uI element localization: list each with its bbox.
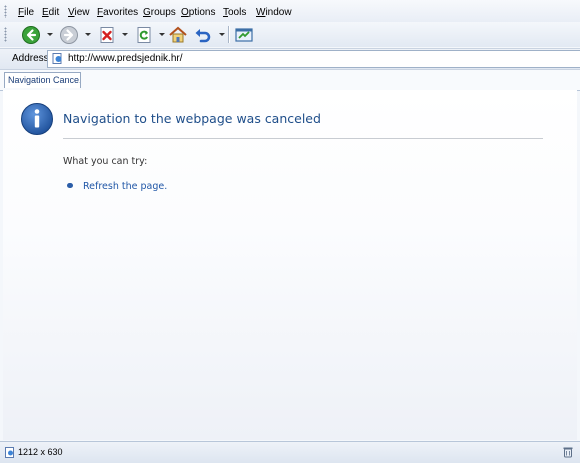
fullscreen-icon [235, 28, 253, 42]
toolbar [0, 22, 580, 47]
page-content: Navigation to the webpage was canceled W… [3, 90, 577, 440]
stop-dropdown-arrow[interactable] [122, 33, 128, 36]
menu-edit[interactable]: Edit [42, 7, 59, 18]
browser-window: File Edit View Favorites Groups Options … [0, 0, 580, 463]
undo-icon [195, 29, 211, 43]
back-button[interactable] [21, 25, 41, 45]
menu-window[interactable]: Window [256, 7, 292, 18]
home-icon [169, 26, 187, 43]
address-bar: Address http://www.predsjednik.hr/ [0, 48, 580, 69]
bullet-icon [67, 183, 73, 188]
divider [63, 138, 543, 139]
menu-file[interactable]: File [18, 7, 34, 18]
recycle-bin-icon[interactable] [562, 446, 574, 458]
toolbar-separator [228, 26, 229, 43]
status-bar: 1212 x 630 [0, 441, 580, 463]
fullscreen-button[interactable] [234, 25, 254, 45]
back-icon [22, 26, 40, 44]
tab-navigation-canceled[interactable]: Navigation Cance... [4, 72, 81, 88]
menu-view[interactable]: View [68, 7, 90, 18]
home-button[interactable] [168, 25, 188, 45]
menu-groups[interactable]: Groups [143, 7, 176, 18]
menu-bar: File Edit View Favorites Groups Options … [0, 0, 580, 22]
stop-button[interactable] [97, 25, 117, 45]
refresh-page-link[interactable]: Refresh the page. [83, 181, 167, 192]
address-label: Address [12, 53, 49, 64]
status-window-size: 1212 x 630 [18, 447, 63, 457]
toolbar-grip[interactable] [4, 27, 7, 42]
address-url: http://www.predsjednik.hr/ [68, 53, 183, 64]
undo-dropdown-arrow[interactable] [219, 33, 225, 36]
menu-favorites[interactable]: Favorites [97, 7, 138, 18]
tab-strip: Navigation Cance... [0, 69, 580, 91]
refresh-icon [137, 27, 151, 43]
forward-icon [60, 26, 78, 44]
undo-button[interactable] [193, 25, 213, 45]
address-input[interactable]: http://www.predsjednik.hr/ [47, 50, 580, 68]
stop-icon [100, 27, 114, 43]
forward-dropdown-arrow[interactable] [85, 33, 91, 36]
info-icon [21, 103, 53, 135]
page-title: Navigation to the webpage was canceled [63, 111, 321, 126]
menu-tools[interactable]: Tools [223, 7, 246, 18]
page-icon [52, 53, 62, 64]
what-you-can-try-label: What you can try: [63, 156, 148, 167]
forward-button[interactable] [59, 25, 79, 45]
page-icon [5, 447, 14, 458]
menubar-grip[interactable] [4, 5, 7, 18]
back-dropdown-arrow[interactable] [47, 33, 53, 36]
refresh-dropdown-arrow[interactable] [159, 33, 165, 36]
menu-options[interactable]: Options [181, 7, 215, 18]
refresh-button[interactable] [134, 25, 154, 45]
